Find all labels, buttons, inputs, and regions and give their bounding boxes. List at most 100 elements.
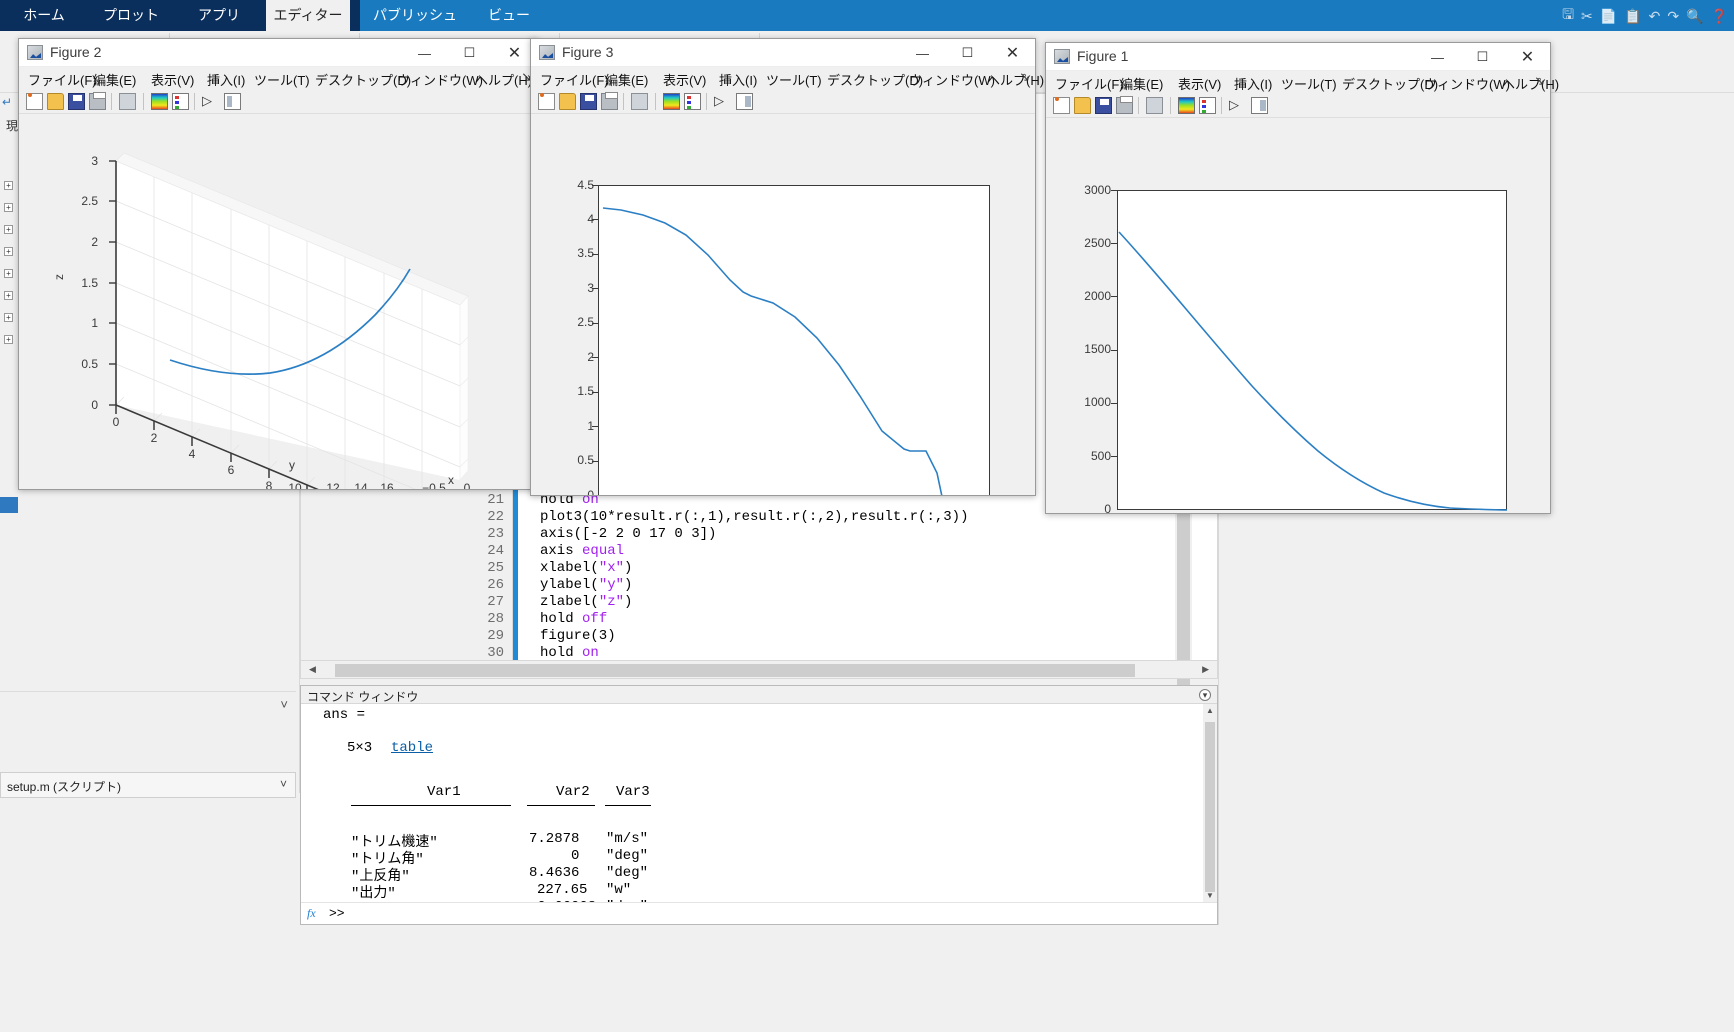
search-icon[interactable]: 🔍 [1686, 8, 1703, 25]
ribbon-tab-apps[interactable]: アプリ [192, 0, 246, 31]
menu-file[interactable]: ファイル(F) [1055, 74, 1124, 93]
open-file-icon[interactable] [47, 93, 64, 110]
ribbon-tab-plots[interactable]: プロット [98, 0, 164, 31]
menu-overflow-icon[interactable]: ↘ [1534, 73, 1545, 89]
figure3-toolbar[interactable]: ▷ [531, 90, 1035, 114]
command-window[interactable]: コマンド ウィンドウ ▾ ans = 5×3 table Var1 Var2 V… [300, 685, 1218, 925]
figure2-titlebar[interactable]: Figure 2 — ☐ ✕ [19, 39, 537, 67]
chevron-down-icon[interactable]: ˅ [280, 697, 288, 712]
menu-window[interactable]: ウィンドウ(W) [909, 70, 995, 89]
menu-file[interactable]: ファイル(F) [28, 70, 97, 89]
print-figure-icon[interactable] [1116, 96, 1133, 114]
maximize-button[interactable]: ☐ [1460, 43, 1505, 71]
figure2-canvas[interactable]: 3 2.5 2 1.5 1 0.5 0 z 0 2 4 6 8 10 12 14… [20, 115, 536, 489]
menu-view[interactable]: 表示(V) [151, 70, 194, 89]
editor-horizontal-scrollbar[interactable]: ◀ ▶ [300, 660, 1218, 679]
plot-browser-icon[interactable] [224, 93, 241, 110]
menu-view[interactable]: 表示(V) [1178, 74, 1221, 93]
colorbar-icon[interactable] [663, 93, 680, 110]
link-plot-icon[interactable] [1146, 97, 1163, 114]
scroll-right-icon[interactable]: ▶ [1202, 664, 1209, 675]
menu-overflow-icon[interactable]: ↘ [1019, 69, 1030, 85]
print-figure-icon[interactable] [89, 92, 106, 110]
menu-tools[interactable]: ツール(T) [766, 70, 822, 89]
pointer-icon[interactable]: ▷ [1229, 97, 1246, 114]
figure2-toolbar[interactable]: ▷ [19, 90, 537, 114]
menu-insert[interactable]: 挿入(I) [719, 70, 757, 89]
link-plot-icon[interactable] [631, 93, 648, 110]
menu-tools[interactable]: ツール(T) [1281, 74, 1337, 93]
figure1-titlebar[interactable]: Figure 1 — ☐ ✕ [1046, 43, 1550, 71]
tree-expand-icon[interactable]: + [4, 313, 13, 322]
scrollbar-thumb[interactable] [335, 664, 1135, 677]
colorbar-icon[interactable] [1178, 97, 1195, 114]
menu-edit[interactable]: 編集(E) [605, 70, 648, 89]
file-type-selector[interactable]: setup.m (スクリプト) ˅ [0, 772, 296, 798]
menu-tools[interactable]: ツール(T) [254, 70, 310, 89]
figure-window-3[interactable]: Figure 3 — ☐ ✕ ファイル(F) 編集(E) 表示(V) 挿入(I)… [530, 38, 1044, 496]
plot-browser-icon[interactable] [736, 93, 753, 110]
maximize-button[interactable]: ☐ [945, 39, 990, 67]
table-link[interactable]: table [391, 740, 433, 756]
minimize-button[interactable]: — [1415, 43, 1460, 71]
link-plot-icon[interactable] [119, 93, 136, 110]
new-figure-icon[interactable] [538, 93, 555, 110]
menu-window[interactable]: ウィンドウ(W) [397, 70, 483, 89]
figure1-menubar[interactable]: ファイル(F) 編集(E) 表示(V) 挿入(I) ツール(T) デスクトップ(… [1046, 71, 1559, 94]
menu-view[interactable]: 表示(V) [663, 70, 706, 89]
tree-expand-icon[interactable]: + [4, 335, 13, 344]
ribbon-tab-editor[interactable]: エディター [266, 0, 350, 31]
cut-icon[interactable]: ✂ [1581, 8, 1593, 25]
menu-help[interactable]: ヘルプ(H) [1502, 74, 1559, 93]
redo-icon[interactable]: ↷ [1667, 8, 1679, 25]
pointer-icon[interactable]: ▷ [202, 93, 219, 110]
menu-file[interactable]: ファイル(F) [540, 70, 609, 89]
tree-expand-icon[interactable]: + [4, 291, 13, 300]
ribbon-tab-home[interactable]: ホーム [14, 0, 74, 31]
menu-edit[interactable]: 編集(E) [1120, 74, 1163, 93]
command-prompt-row[interactable]: fx >> [301, 902, 1217, 924]
figure3-canvas[interactable]: 4.5 4 3.5 3 2.5 2 1.5 1 0.5 0 0 2 4 6 8 … [532, 115, 1034, 495]
new-figure-icon[interactable] [1053, 97, 1070, 114]
colorbar-icon[interactable] [151, 93, 168, 110]
plot-browser-icon[interactable] [1251, 97, 1268, 114]
tree-expand-icon[interactable]: + [4, 225, 13, 234]
collapse-arrow-icon[interactable]: ↵ [2, 95, 16, 109]
menu-help[interactable]: ヘルプ(H) [987, 70, 1044, 89]
menu-edit[interactable]: 編集(E) [93, 70, 136, 89]
paste-icon[interactable]: 📋 [1624, 8, 1641, 25]
tree-expand-icon[interactable]: + [4, 203, 13, 212]
legend-icon[interactable] [684, 93, 701, 110]
figure1-toolbar[interactable]: ▷ [1046, 94, 1550, 118]
panel-options-icon[interactable]: ▾ [1199, 689, 1211, 701]
minimize-button[interactable]: — [900, 39, 945, 67]
close-button[interactable]: ✕ [1505, 43, 1550, 71]
close-button[interactable]: ✕ [990, 39, 1035, 67]
menu-insert[interactable]: 挿入(I) [1234, 74, 1272, 93]
new-figure-icon[interactable] [26, 93, 43, 110]
undo-icon[interactable]: ↶ [1649, 8, 1661, 25]
copy-icon[interactable]: 📄 [1600, 8, 1617, 25]
figure1-canvas[interactable]: 3000 2500 2000 1500 1000 500 0 0 2 4 6 8… [1047, 123, 1549, 513]
tree-expand-icon[interactable]: + [4, 247, 13, 256]
figure-window-1[interactable]: Figure 1 — ☐ ✕ ファイル(F) 編集(E) 表示(V) 挿入(I)… [1045, 42, 1559, 514]
tree-expand-icon[interactable]: + [4, 269, 13, 278]
menu-window[interactable]: ウィンドウ(W) [1424, 74, 1510, 93]
panel-splitter[interactable]: ˅ [0, 691, 296, 719]
figure-window-2[interactable]: Figure 2 — ☐ ✕ ファイル(F) 編集(E) 表示(V) 挿入(I)… [18, 38, 538, 490]
open-file-icon[interactable] [1074, 97, 1091, 114]
ribbon-tab-view[interactable]: ビュー [482, 0, 536, 31]
figure3-titlebar[interactable]: Figure 3 — ☐ ✕ [531, 39, 1035, 67]
figure3-menubar[interactable]: ファイル(F) 編集(E) 表示(V) 挿入(I) ツール(T) デスクトップ(… [531, 67, 1044, 90]
pointer-icon[interactable]: ▷ [714, 93, 731, 110]
fx-icon[interactable]: fx [307, 906, 316, 921]
minimize-button[interactable]: — [402, 39, 447, 67]
scroll-down-icon[interactable]: ▼ [1206, 891, 1214, 900]
save-figure-icon[interactable] [1095, 97, 1112, 114]
legend-icon[interactable] [172, 93, 189, 110]
menu-insert[interactable]: 挿入(I) [207, 70, 245, 89]
maximize-button[interactable]: ☐ [447, 39, 492, 67]
command-window-scrollbar[interactable]: ▲ ▼ [1203, 704, 1217, 902]
chevron-down-icon[interactable]: ˅ [280, 777, 287, 791]
legend-icon[interactable] [1199, 97, 1216, 114]
